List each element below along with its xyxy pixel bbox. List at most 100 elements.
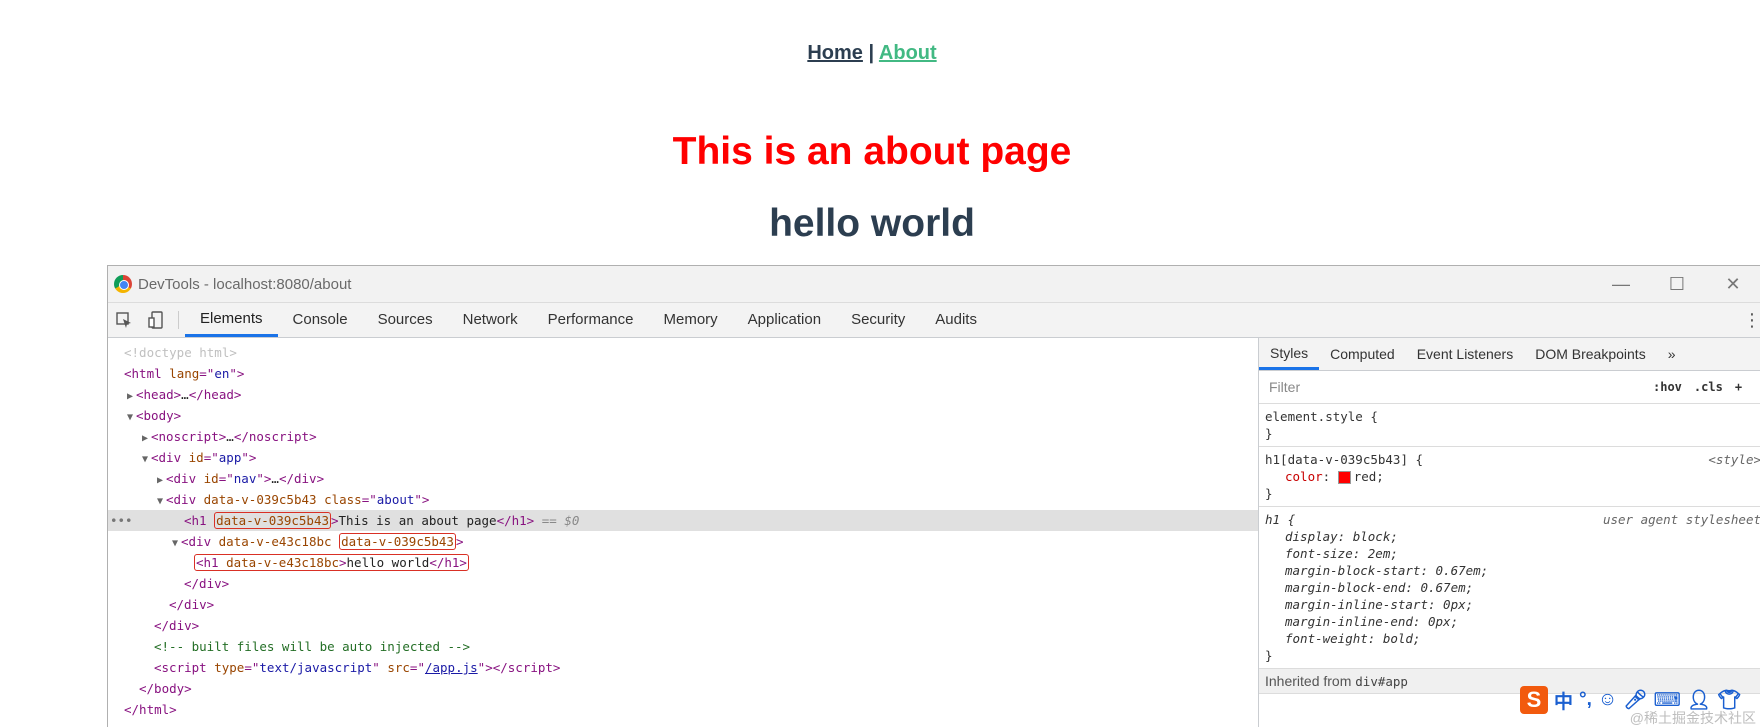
- dom-div-inner-close: </div>: [184, 576, 230, 591]
- tab-computed[interactable]: Computed: [1319, 338, 1406, 370]
- html-lang-attr: lang: [169, 366, 200, 381]
- tab-memory[interactable]: Memory: [649, 303, 733, 337]
- ua-decl: margin-block-start: 0.67em;: [1285, 563, 1489, 578]
- dom-script[interactable]: <script type="text/javascript" src="/app…: [108, 657, 1258, 678]
- scoped-h1-close: }: [1265, 486, 1273, 501]
- dom-div-app[interactable]: ▼ <div id="app">: [108, 447, 1258, 468]
- tab-network[interactable]: Network: [448, 303, 533, 337]
- tab-sources[interactable]: Sources: [363, 303, 448, 337]
- about-heading: This is an about page: [672, 130, 1072, 173]
- dom-body-close: </body>: [139, 681, 192, 696]
- elements-tree: <!doctype html> <html lang="en"> ▶ <head>…: [108, 338, 1259, 727]
- dom-noscript[interactable]: ▶ <noscript>…</noscript>: [108, 426, 1258, 447]
- nav-about-link[interactable]: About: [879, 42, 937, 64]
- new-rule-button[interactable]: +: [1735, 380, 1742, 394]
- div-app-val: app: [218, 450, 242, 465]
- ua-decl: margin-inline-start: 0px;: [1285, 597, 1474, 612]
- minimize-button[interactable]: —: [1593, 266, 1649, 302]
- nav-home-link[interactable]: Home: [807, 42, 863, 64]
- collapse-triangle-icon[interactable]: ▼: [124, 407, 136, 428]
- expand-triangle-icon[interactable]: ▶: [124, 386, 136, 407]
- toolbar-divider: [178, 311, 179, 329]
- tab-elements[interactable]: Elements: [185, 303, 278, 337]
- rule-source-link[interactable]: <style>: [1708, 451, 1760, 468]
- div-app-attr: id: [188, 450, 204, 465]
- toolbar-right: ⋮: [1730, 303, 1760, 337]
- dom-head[interactable]: ▶ <head>…</head>: [108, 384, 1258, 405]
- hov-toggle[interactable]: :hov: [1653, 380, 1682, 394]
- head-tag: head: [143, 387, 174, 402]
- devtools-window: DevTools - localhost:8080/about — ☐ ✕ El…: [107, 265, 1760, 727]
- ime-language-toggle[interactable]: 中: [1554, 687, 1573, 714]
- color-declaration[interactable]: color: red;: [1265, 468, 1755, 485]
- tab-dom-breakpoints[interactable]: DOM Breakpoints: [1524, 338, 1656, 370]
- collapse-triangle-icon[interactable]: ▼: [154, 491, 166, 512]
- more-dots-icon[interactable]: •••: [110, 510, 133, 531]
- element-style-close: }: [1265, 426, 1273, 441]
- dom-div-inner[interactable]: ▼ <div data-v-e43c18bc data-v-039c5b43 >: [108, 531, 1258, 552]
- maximize-button[interactable]: ☐: [1649, 266, 1705, 302]
- more-tabs-icon[interactable]: »: [1657, 338, 1687, 370]
- div-inner-parent-scope-attr: data-v-039c5b43: [339, 533, 456, 550]
- device-toolbar-icon[interactable]: [140, 303, 172, 337]
- collapse-triangle-icon[interactable]: ▼: [139, 449, 151, 470]
- scoped-h1-rule: <style> h1[data-v-039c5b43] { color: red…: [1259, 447, 1760, 507]
- ua-decl: margin-inline-end: 0px;: [1285, 614, 1459, 629]
- tab-styles[interactable]: Styles: [1259, 338, 1320, 370]
- ime-logo-icon[interactable]: S: [1520, 686, 1548, 714]
- styles-filter-input[interactable]: [1267, 375, 1641, 399]
- expand-triangle-icon[interactable]: ▶: [154, 470, 166, 491]
- collapse-triangle-icon[interactable]: ▼: [169, 533, 181, 554]
- dom-body[interactable]: ▼ <body>: [108, 405, 1258, 426]
- more-tools-icon[interactable]: ⋮: [1743, 310, 1760, 331]
- element-style-selector: element.style {: [1265, 409, 1378, 424]
- cls-toggle[interactable]: .cls: [1694, 380, 1723, 394]
- screen: Home | About This is an about page hello…: [0, 0, 1760, 727]
- dom-div-about-close: </div>: [169, 597, 215, 612]
- inspect-element-icon[interactable]: [108, 303, 140, 337]
- dom-html-close: </html>: [124, 702, 177, 717]
- body-tag: body: [143, 408, 174, 423]
- ime-emoji-icon[interactable]: ☺: [1598, 689, 1617, 711]
- h1-scope-attr: data-v-039c5b43: [214, 512, 331, 529]
- inherited-label: Inherited from: [1265, 673, 1352, 689]
- dom-html[interactable]: <html lang="en">: [108, 363, 1258, 384]
- tab-security[interactable]: Security: [836, 303, 920, 337]
- element-style-rule: element.style { }: [1259, 404, 1760, 447]
- expand-triangle-icon[interactable]: ▶: [139, 428, 151, 449]
- div-about-class-attr: class: [324, 492, 362, 507]
- inherited-from-link[interactable]: div#app: [1355, 674, 1408, 689]
- devtools-titlebar: DevTools - localhost:8080/about — ☐ ✕: [108, 266, 1760, 303]
- ime-punctuation-icon[interactable]: °,: [1579, 689, 1592, 711]
- div-about-scope-attr: data-v-039c5b43: [203, 492, 317, 507]
- tab-application[interactable]: Application: [733, 303, 836, 337]
- tab-performance[interactable]: Performance: [533, 303, 649, 337]
- tab-audits[interactable]: Audits: [920, 303, 992, 337]
- div-nav-attr: id: [203, 471, 219, 486]
- dom-h1-selected[interactable]: ••• <h1 data-v-039c5b43 >This is an about …: [108, 510, 1258, 531]
- ua-decl: font-size: 2em;: [1285, 546, 1398, 561]
- doctype-text: <!doctype html>: [124, 345, 237, 360]
- head-ellipsis: …: [181, 387, 189, 402]
- tab-event-listeners[interactable]: Event Listeners: [1406, 338, 1525, 370]
- html-lang-val: en: [214, 366, 230, 381]
- watermark: @稀土掘金技术社区: [1629, 710, 1756, 726]
- styles-pane: Styles Computed Event Listeners DOM Brea…: [1259, 338, 1760, 727]
- styles-filter-row: :hov .cls +: [1259, 371, 1760, 404]
- dom-h1-hello[interactable]: <h1 data-v-e43c18bc>hello world</h1>: [108, 552, 1258, 573]
- script-src-link[interactable]: /app.js: [425, 660, 478, 675]
- h1-text: This is an about page: [338, 513, 497, 528]
- color-swatch[interactable]: [1337, 471, 1351, 484]
- noscript-tag: noscript: [158, 429, 219, 444]
- dom-div-about[interactable]: ▼ <div data-v-039c5b43 class="about">: [108, 489, 1258, 510]
- window-controls: — ☐ ✕: [1593, 266, 1760, 302]
- scoped-h1-selector: h1[data-v-039c5b43] {: [1265, 452, 1424, 467]
- dom-div-nav[interactable]: ▶ <div id="nav">…</div>: [108, 468, 1258, 489]
- close-button[interactable]: ✕: [1705, 266, 1760, 302]
- div-nav-val: nav: [233, 471, 257, 486]
- div-about-class-val: about: [376, 492, 415, 507]
- devtools-toolbar: Elements Console Sources Network Perform…: [108, 303, 1760, 338]
- tab-console[interactable]: Console: [278, 303, 363, 337]
- ua-h1-close: }: [1265, 648, 1273, 663]
- chrome-icon: [114, 275, 132, 293]
